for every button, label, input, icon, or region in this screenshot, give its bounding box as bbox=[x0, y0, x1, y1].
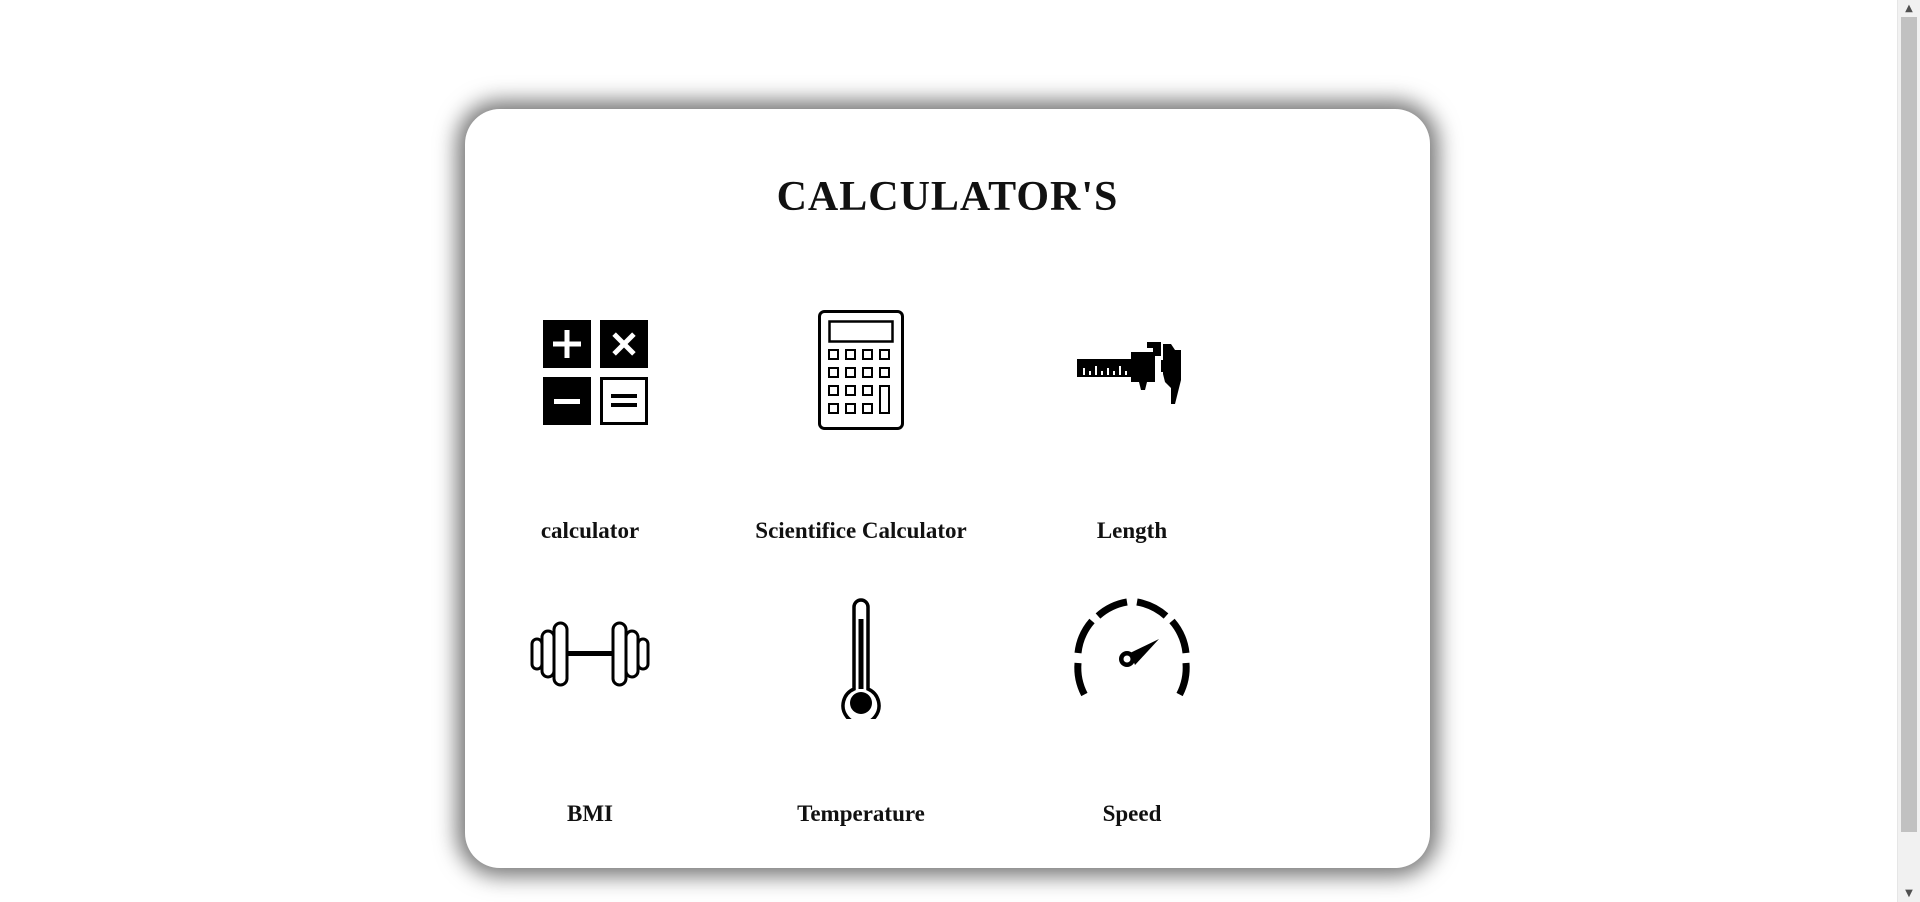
scientific-calculator-icon bbox=[796, 304, 926, 434]
scrollbar-thumb[interactable] bbox=[1901, 17, 1917, 832]
tile-label: Length bbox=[1096, 518, 1168, 543]
tile-speed[interactable]: Speed bbox=[1012, 589, 1252, 849]
calculators-card: CALCULATOR'S calculator Scientifice Calc… bbox=[465, 109, 1430, 868]
tile-length[interactable]: Length bbox=[1012, 304, 1252, 564]
tile-label: Speed bbox=[1102, 801, 1162, 826]
tile-label: calculator bbox=[540, 518, 640, 543]
vertical-scrollbar[interactable]: ▲ ▼ bbox=[1897, 0, 1920, 902]
caliper-icon bbox=[1067, 304, 1197, 434]
speedometer-icon bbox=[1067, 589, 1197, 719]
scroll-down-arrow-icon[interactable]: ▼ bbox=[1898, 885, 1920, 902]
tile-label: BMI bbox=[567, 801, 613, 826]
page: CALCULATOR'S calculator Scientifice Calc… bbox=[0, 0, 1898, 902]
tile-temperature[interactable]: Temperature bbox=[741, 589, 981, 849]
tile-bmi[interactable]: BMI bbox=[470, 589, 710, 849]
tile-calculator[interactable]: calculator bbox=[470, 304, 710, 564]
dumbbell-icon bbox=[525, 589, 655, 719]
tile-label: Temperature bbox=[797, 801, 925, 826]
tile-scientific-calculator[interactable]: Scientifice Calculator bbox=[741, 304, 981, 564]
thermometer-icon bbox=[796, 589, 926, 719]
page-title: CALCULATOR'S bbox=[776, 174, 1119, 220]
tile-label: Scientifice Calculator bbox=[755, 518, 967, 543]
scroll-up-arrow-icon[interactable]: ▲ bbox=[1898, 0, 1920, 17]
calculator-ops-icon bbox=[525, 304, 655, 434]
